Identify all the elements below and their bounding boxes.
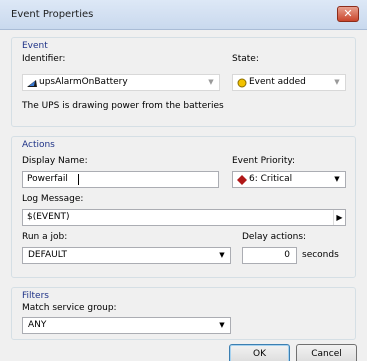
cancel-button[interactable]: Cancel	[296, 344, 357, 361]
close-button[interactable]: ✕	[337, 6, 359, 22]
display-name-field[interactable]: Powerfail	[22, 171, 219, 188]
text-caret	[78, 174, 79, 185]
filters-group-title: Filters	[22, 291, 49, 301]
event-arrow-icon	[27, 80, 37, 87]
delay-label: Delay actions:	[242, 232, 307, 242]
delay-value: 0	[284, 250, 290, 260]
priority-value: 6: Critical	[249, 174, 293, 184]
log-message-field[interactable]: $(EVENT) ▶	[22, 209, 346, 226]
service-group-label: Match service group:	[22, 303, 117, 313]
event-group: Event Identifier: upsAlarmOnBattery ▼ St…	[11, 37, 356, 127]
window-title: Event Properties	[11, 9, 94, 20]
close-icon: ✕	[343, 7, 353, 20]
identifier-value: upsAlarmOnBattery	[39, 77, 128, 87]
expand-arrow-icon[interactable]: ▶	[333, 210, 345, 225]
actions-group-title: Actions	[22, 140, 55, 150]
event-group-title: Event	[22, 41, 48, 51]
state-label: State:	[232, 54, 259, 64]
priority-combo[interactable]: 6: Critical ▼	[232, 171, 346, 188]
chevron-down-icon: ▼	[219, 251, 225, 259]
ok-button[interactable]: OK	[229, 344, 290, 361]
run-job-combo[interactable]: DEFAULT ▼	[22, 247, 231, 264]
event-description: The UPS is drawing power from the batter…	[22, 101, 224, 111]
priority-label: Event Priority:	[232, 156, 296, 166]
run-job-label: Run a job:	[22, 232, 68, 242]
run-job-value: DEFAULT	[28, 250, 67, 260]
chevron-down-icon: ▼	[334, 78, 340, 86]
log-message-label: Log Message:	[22, 194, 84, 204]
dialog-body: Event Identifier: upsAlarmOnBattery ▼ St…	[0, 30, 367, 361]
identifier-combo[interactable]: upsAlarmOnBattery ▼	[22, 74, 220, 91]
chevron-down-icon: ▼	[219, 321, 225, 329]
log-message-value: $(EVENT)	[27, 212, 70, 222]
filters-group: Filters Match service group: ANY ▼	[11, 287, 356, 340]
display-name-label: Display Name:	[22, 156, 88, 166]
delay-field[interactable]: 0	[242, 247, 297, 264]
service-group-value: ANY	[28, 320, 47, 330]
chevron-down-icon: ▼	[334, 175, 340, 183]
yellow-dot-icon	[237, 78, 247, 88]
title-bar: Event Properties ✕	[0, 0, 367, 30]
chevron-down-icon: ▼	[208, 78, 214, 86]
identifier-label: Identifier:	[22, 54, 66, 64]
service-group-combo[interactable]: ANY ▼	[22, 317, 231, 334]
state-combo[interactable]: Event added ▼	[232, 74, 346, 91]
actions-group: Actions Display Name: Powerfail Event Pr…	[11, 136, 356, 278]
red-diamond-icon	[237, 175, 247, 185]
delay-unit: seconds	[302, 250, 339, 260]
state-value: Event added	[249, 77, 306, 87]
display-name-value: Powerfail	[27, 174, 68, 184]
